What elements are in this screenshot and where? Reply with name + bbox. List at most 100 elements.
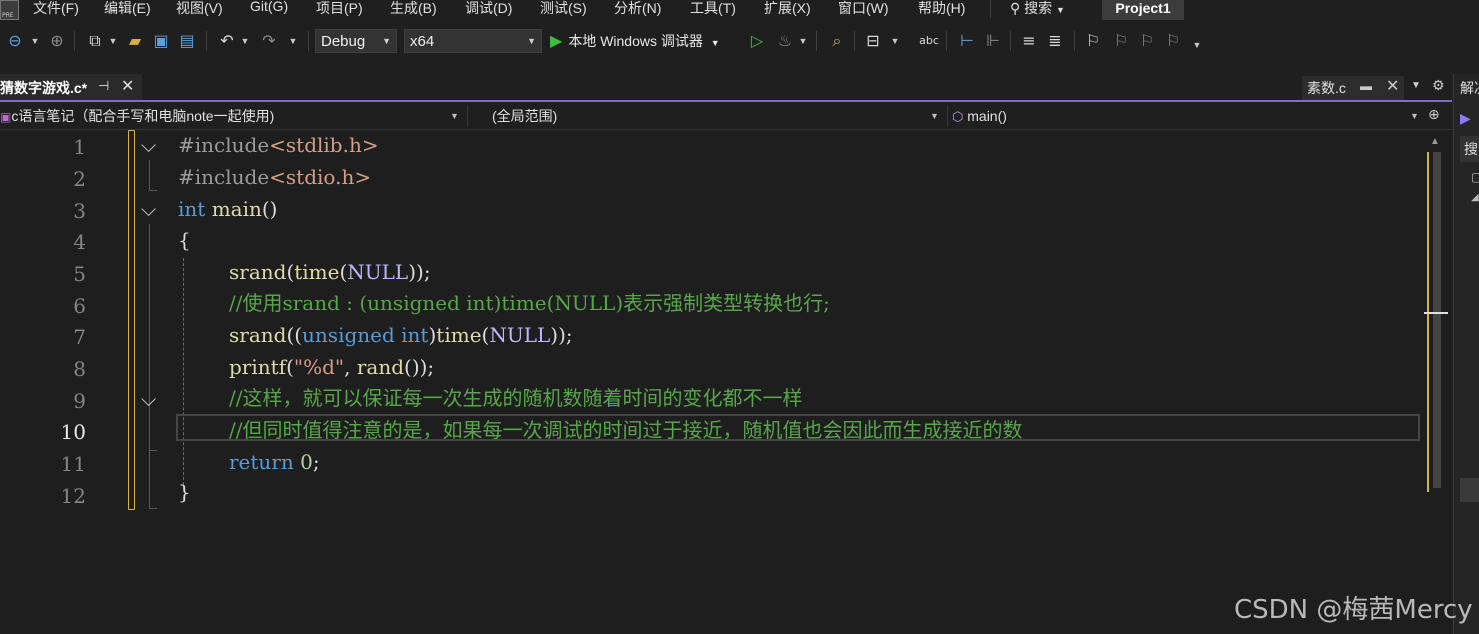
menu-window[interactable]: 窗口(W) [838,0,889,18]
project-name-badge[interactable]: Project1 [1102,0,1184,20]
menu-test[interactable]: 测试(S) [540,0,587,18]
chevron-down-icon: ▼ [710,38,720,48]
panel-title: 解决 [1460,80,1479,96]
find-in-files-icon[interactable]: ⌕ [826,30,848,52]
code-line-5: srand(time(NULL)); [229,260,431,284]
layout-dropdown-icon[interactable]: ▼ [890,30,900,52]
fold-chevron-icon[interactable]: ⌵ [141,387,156,411]
step-out-icon[interactable]: ⊩ [982,30,1004,52]
tab-list-dropdown-icon[interactable]: ▼ [1411,80,1421,91]
undo-dropdown-icon[interactable]: ▼ [240,30,250,52]
back-dropdown-icon[interactable]: ▼ [30,30,40,52]
close-icon[interactable]: ✕ [1386,76,1399,96]
cube-icon: ⬡ [952,109,964,124]
comment-icon[interactable]: ≡ [1018,30,1040,52]
csdn-watermark: CSDN @梅茜Mercy [1234,595,1473,625]
scrollbar-caret-marker [1424,312,1448,314]
fold-chevron-icon[interactable]: ⌵ [141,133,156,157]
menu-git[interactable]: Git(G) [250,0,288,14]
new-project-icon[interactable]: ⧉ [84,30,106,52]
solution-search-input[interactable]: 搜 [1460,136,1479,162]
configuration-select[interactable]: Debug ▼ [315,29,397,53]
fold-line [149,190,157,191]
code-line-12: } [178,480,191,504]
back-icon[interactable]: ⊖ [4,30,26,52]
vs-logo-icon[interactable]: PRE [0,0,19,20]
member-navigation-dropdown[interactable]: ⬡ main() ▼ [952,105,1422,127]
chevron-down-icon: ▼ [1056,5,1065,15]
vertical-scrollbar[interactable]: ▲ [1422,130,1452,634]
search-icon: ⚲ [1010,1,1021,17]
layout-icon[interactable]: ⊟ [862,30,884,52]
platform-select[interactable]: x64 ▼ [404,29,542,53]
gear-icon[interactable]: ⚙ [1432,77,1445,94]
code-line-9: //这样，就可以保证每一次生成的随机数随着时间的变化都不一样 [229,386,803,410]
menu-project[interactable]: 项目(P) [316,0,363,18]
bookmark-next-icon[interactable]: ⚐ [1136,30,1158,52]
split-editor-icon[interactable]: ⊕ [1428,106,1440,123]
step-icon[interactable]: ⊢ [956,30,978,52]
open-folder-icon[interactable]: ▰ [124,30,146,52]
start-debugging-button[interactable]: ▶ 本地 Windows 调试器 ▼ [550,29,720,53]
scrollbar-change-marker [1427,152,1429,492]
bookmark-clear-icon[interactable]: ⚐ [1162,30,1184,52]
tab-file[interactable]: 素数.c ▬ ✕ [1302,76,1404,100]
redo-dropdown-icon[interactable]: ▼ [288,30,298,52]
bookmark-prev-icon[interactable]: ⚐ [1110,30,1132,52]
menu-view[interactable]: 视图(V) [176,0,223,18]
hot-reload-dropdown-icon[interactable]: ▼ [798,30,808,52]
code-line-6: //使用srand : (unsigned int)time(NULL)表示强制… [229,291,830,315]
project-navigation-dropdown[interactable]: ▣c语言笔记（配合手写和电脑note一起使用) ▼ [0,105,462,127]
forward-icon[interactable]: ⊕ [46,30,68,52]
play-outline-icon[interactable]: ▷ [746,30,768,52]
search-menu[interactable]: ⚲ 搜索 ▼ [1010,0,1065,18]
code-line-11: return 0; [229,450,320,474]
menu-build[interactable]: 生成(B) [390,0,437,18]
hot-reload-icon[interactable]: ♨ [774,30,796,52]
code-line-3: int main() [178,197,278,221]
menu-extensions[interactable]: 扩展(X) [764,0,811,18]
menu-debug[interactable]: 调试(D) [465,0,512,18]
save-icon[interactable]: ▣ [150,30,172,52]
navbar-divider [467,105,468,127]
toolbar-separator [946,31,947,51]
menu-edit[interactable]: 编辑(E) [104,0,151,18]
close-icon[interactable]: ✕ [121,76,134,96]
spell-check-icon[interactable]: abc [918,30,940,52]
tab-active-file[interactable]: 猜数字游戏.c* ⊣ ✕ [0,74,142,102]
project-dropdown-label: c语言笔记（配合手写和电脑note一起使用) [11,108,275,124]
toolbar-separator [1010,31,1011,51]
expand-arrow-icon[interactable]: ◢ [1471,192,1479,203]
save-all-icon[interactable]: ▤ [176,30,198,52]
toolbar-overflow-icon[interactable]: ▼ [1192,34,1202,56]
configuration-value: Debug [321,33,366,50]
menu-file[interactable]: 文件(F) [33,0,79,18]
fold-line [149,160,150,190]
line-number: 12 [60,484,86,508]
menu-help[interactable]: 帮助(H) [918,0,965,18]
toolbar-separator [74,31,75,51]
scrollbar-thumb[interactable] [1433,152,1441,488]
new-project-dropdown-icon[interactable]: ▼ [108,30,118,52]
search-label: 搜索 [1024,0,1053,16]
pin-icon[interactable]: ⊣ [98,78,109,94]
menu-tools[interactable]: 工具(T) [690,0,736,18]
undo-icon[interactable]: ↶ [216,30,238,52]
uncomment-icon[interactable]: ≣ [1044,30,1066,52]
chevron-down-icon: ▼ [450,111,459,121]
solution-icon[interactable]: ▶ [1460,110,1474,130]
toolbar-separator [854,31,855,51]
file-icon: ▢ [1471,170,1479,184]
fold-chevron-icon[interactable]: ⌵ [141,197,156,221]
pin-icon[interactable]: ▬ [1360,79,1372,93]
code-line-2: #include<stdio.h> [178,165,372,189]
bookmark-icon[interactable]: ⚐ [1082,30,1104,52]
scroll-up-icon[interactable]: ▲ [1430,136,1440,147]
redo-icon[interactable]: ↷ [258,30,280,52]
tab-label: 素数.c [1307,80,1346,96]
selected-row[interactable] [1460,478,1479,502]
menu-analyze[interactable]: 分析(N) [614,0,661,18]
code-line-7: srand((unsigned int)time(NULL)); [229,323,573,347]
chevron-down-icon: ▼ [527,36,536,46]
scope-navigation-dropdown[interactable]: (全局范围) ▼ [492,105,942,127]
